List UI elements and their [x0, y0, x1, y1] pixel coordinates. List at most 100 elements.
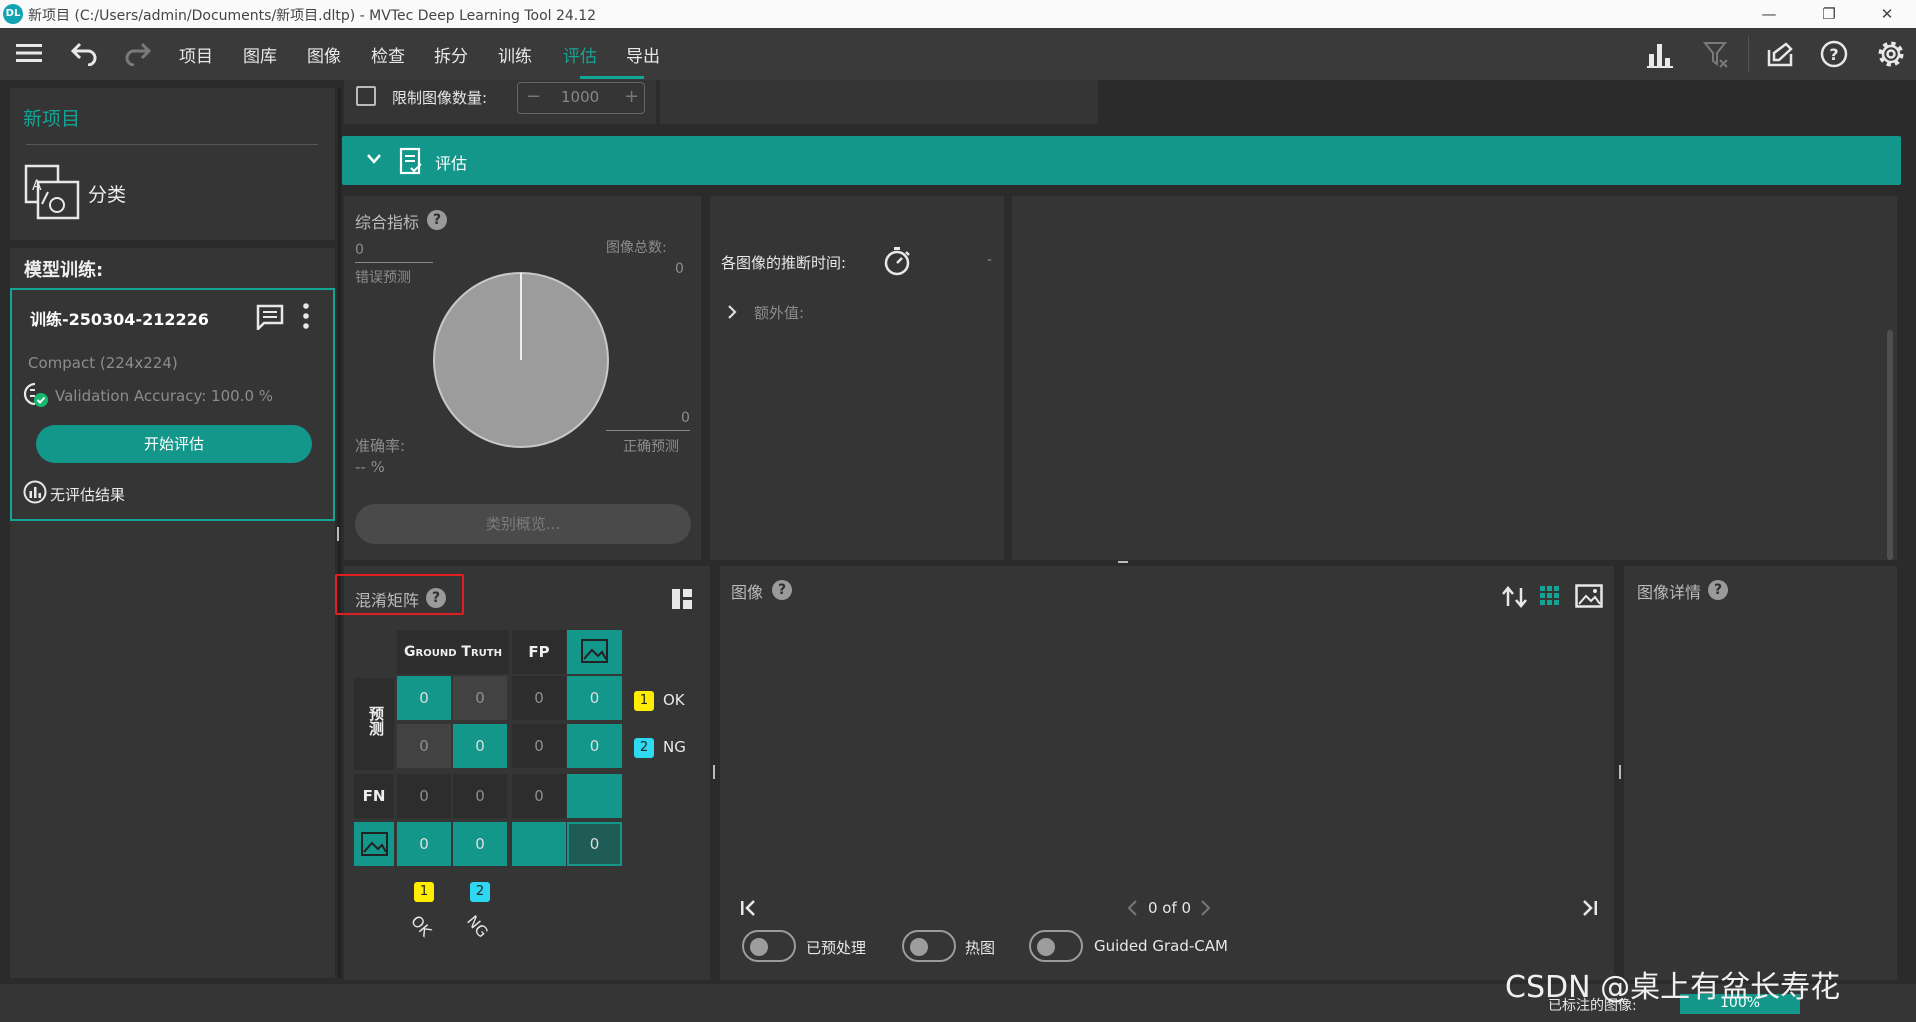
grid-view-icon[interactable] [1540, 586, 1560, 606]
feedback-icon[interactable] [1766, 40, 1794, 68]
fn-fp-cell[interactable]: 0 [512, 774, 566, 818]
image-count-cell[interactable]: 0 [567, 724, 622, 768]
class-badge-ng: 2 [470, 882, 490, 902]
heatmap-toggle[interactable] [902, 930, 956, 962]
accuracy-value: -- % [355, 458, 385, 476]
image-count-cell[interactable]: 0 [453, 822, 507, 866]
total-image-cell[interactable]: 0 [567, 822, 622, 866]
first-page-icon[interactable] [740, 899, 758, 917]
highlight-box [335, 574, 464, 615]
fn-cell[interactable]: 0 [453, 774, 507, 818]
class-overview-button[interactable]: 类别概览... [355, 504, 691, 544]
project-panel: 新项目 A 分类 [10, 88, 335, 240]
menu-item-project[interactable]: 项目 [179, 42, 213, 67]
training-card[interactable]: 训练-250304-212226 Compact (224x224) Valid… [10, 288, 335, 521]
details-help-icon[interactable]: ? [1708, 580, 1728, 600]
splitter-handle[interactable] [337, 527, 339, 541]
extra-values-label[interactable]: 额外值: [754, 302, 804, 323]
matrix-cell[interactable]: 0 [453, 724, 507, 768]
menu-item-image[interactable]: 图像 [307, 42, 341, 67]
menu-item-gallery[interactable]: 图库 [243, 42, 277, 67]
limit-images-value[interactable]: 1000 [561, 88, 599, 106]
chart-circle-icon [23, 480, 47, 504]
comment-icon[interactable] [256, 304, 284, 330]
prediction-pie-chart [431, 270, 611, 450]
sort-icon[interactable] [1502, 586, 1528, 608]
matrix-cell[interactable]: 0 [453, 676, 507, 720]
layout-toggle-icon[interactable] [671, 588, 693, 610]
splitter-handle[interactable] [1118, 561, 1128, 563]
metrics-help-icon[interactable]: ? [427, 210, 447, 230]
gradcam-toggle[interactable] [1029, 930, 1083, 962]
matrix-cell[interactable]: 0 [397, 724, 451, 768]
splitter-handle[interactable] [1619, 765, 1621, 779]
menu-bar: 项目 图库 图像 检查 拆分 训练 评估 导出 ? [0, 28, 1916, 80]
class-label-ok: OK [663, 691, 685, 709]
statistics-icon[interactable] [1647, 40, 1673, 68]
single-image-view-icon[interactable] [1575, 584, 1603, 608]
menu-item-export[interactable]: 导出 [626, 42, 660, 67]
ground-truth-header: Ground Truth [397, 630, 509, 674]
limit-images-label: 限制图像数量: [392, 89, 488, 107]
filter-icon[interactable] [1703, 40, 1729, 68]
page-indicator: 0 of 0 [1148, 899, 1192, 917]
confusion-matrix-panel: 混淆矩阵 ? [344, 566, 710, 980]
training-name: 训练-250304-212226 [30, 310, 209, 329]
brain-check-icon [23, 382, 49, 408]
metrics-title: 综合指标 [355, 213, 420, 232]
stepper-minus-button[interactable]: − [526, 86, 541, 107]
last-page-icon[interactable] [1580, 899, 1598, 917]
row-image-icon[interactable] [354, 822, 394, 866]
limit-images-checkbox[interactable] [356, 86, 376, 106]
hamburger-menu-icon[interactable] [16, 43, 42, 63]
evaluation-section-bar[interactable]: 评估 [342, 136, 1901, 185]
image-count-cell[interactable] [512, 822, 566, 866]
fp-cell[interactable]: 0 [512, 676, 566, 720]
svg-text:?: ? [1829, 45, 1838, 64]
preprocessed-toggle[interactable] [742, 930, 796, 962]
menu-item-evaluate[interactable]: 评估 [563, 42, 597, 67]
image-details-title: 图像详情 [1637, 583, 1702, 602]
images-help-icon[interactable]: ? [772, 580, 792, 600]
chevron-down-icon[interactable] [366, 153, 382, 165]
limit-images-stepper[interactable]: − 1000 + [517, 82, 645, 114]
fp-cell[interactable]: 0 [512, 724, 566, 768]
preprocessed-label: 已预处理 [806, 939, 867, 957]
total-images-label: 图像总数: [606, 240, 667, 256]
undo-icon[interactable] [70, 40, 98, 66]
training-header: 模型训练: [24, 260, 104, 281]
fn-cell[interactable]: 0 [397, 774, 451, 818]
matrix-cell[interactable]: 0 [397, 676, 451, 720]
menu-item-split[interactable]: 拆分 [434, 42, 468, 67]
menu-item-inspect[interactable]: 检查 [371, 42, 405, 67]
gear-icon[interactable] [1876, 39, 1906, 69]
window-title: 新项目 (C:/Users/admin/Documents/新项目.dltp) … [28, 8, 597, 24]
stopwatch-icon [883, 246, 911, 276]
fp-header: FP [512, 630, 566, 674]
stepper-plus-button[interactable]: + [624, 86, 639, 107]
help-icon[interactable]: ? [1820, 40, 1848, 68]
images-title: 图像 [731, 583, 764, 602]
image-count-cell[interactable]: 0 [567, 676, 622, 720]
redo-icon[interactable] [124, 40, 152, 66]
app-logo: DL [3, 4, 23, 24]
splitter-handle[interactable] [713, 765, 715, 779]
class-badge-ok: 1 [634, 691, 654, 711]
previous-page-icon[interactable] [1126, 899, 1138, 917]
start-evaluation-button[interactable]: 开始评估 [36, 425, 312, 463]
menu-item-train[interactable]: 训练 [498, 42, 532, 67]
image-count-cell[interactable]: 0 [397, 822, 451, 866]
next-page-icon[interactable] [1200, 899, 1212, 917]
heatmap-label: 热图 [965, 939, 996, 957]
evaluation-doc-icon [399, 147, 423, 175]
fn-image-cell[interactable] [567, 774, 622, 818]
project-name[interactable]: 新项目 [23, 104, 80, 131]
maximize-button[interactable]: ❐ [1804, 2, 1854, 26]
minimize-button[interactable]: — [1744, 2, 1794, 26]
divider [26, 144, 318, 145]
column-image-icon[interactable] [567, 630, 622, 674]
chevron-right-icon[interactable] [727, 304, 737, 320]
more-options-icon[interactable] [302, 302, 310, 330]
close-button[interactable]: ✕ [1862, 2, 1912, 26]
scrollbar[interactable] [1887, 330, 1893, 560]
